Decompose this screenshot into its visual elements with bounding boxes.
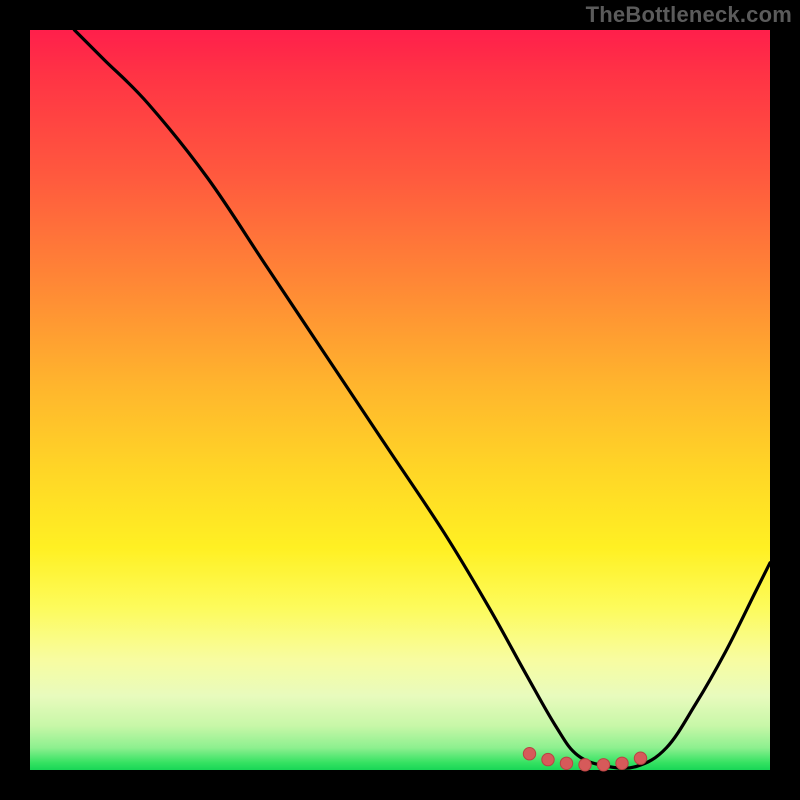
valley-marker [523, 748, 535, 760]
valley-marker [579, 759, 591, 771]
bottleneck-curve [74, 30, 770, 768]
valley-marker [616, 757, 628, 769]
chart-frame: TheBottleneck.com [0, 0, 800, 800]
valley-marker [560, 757, 572, 769]
valley-marker [597, 759, 609, 771]
valley-marker [542, 753, 554, 765]
bottleneck-curve-svg [30, 30, 770, 770]
watermark-text: TheBottleneck.com [586, 2, 792, 28]
plot-area [30, 30, 770, 770]
valley-marker [634, 752, 646, 764]
